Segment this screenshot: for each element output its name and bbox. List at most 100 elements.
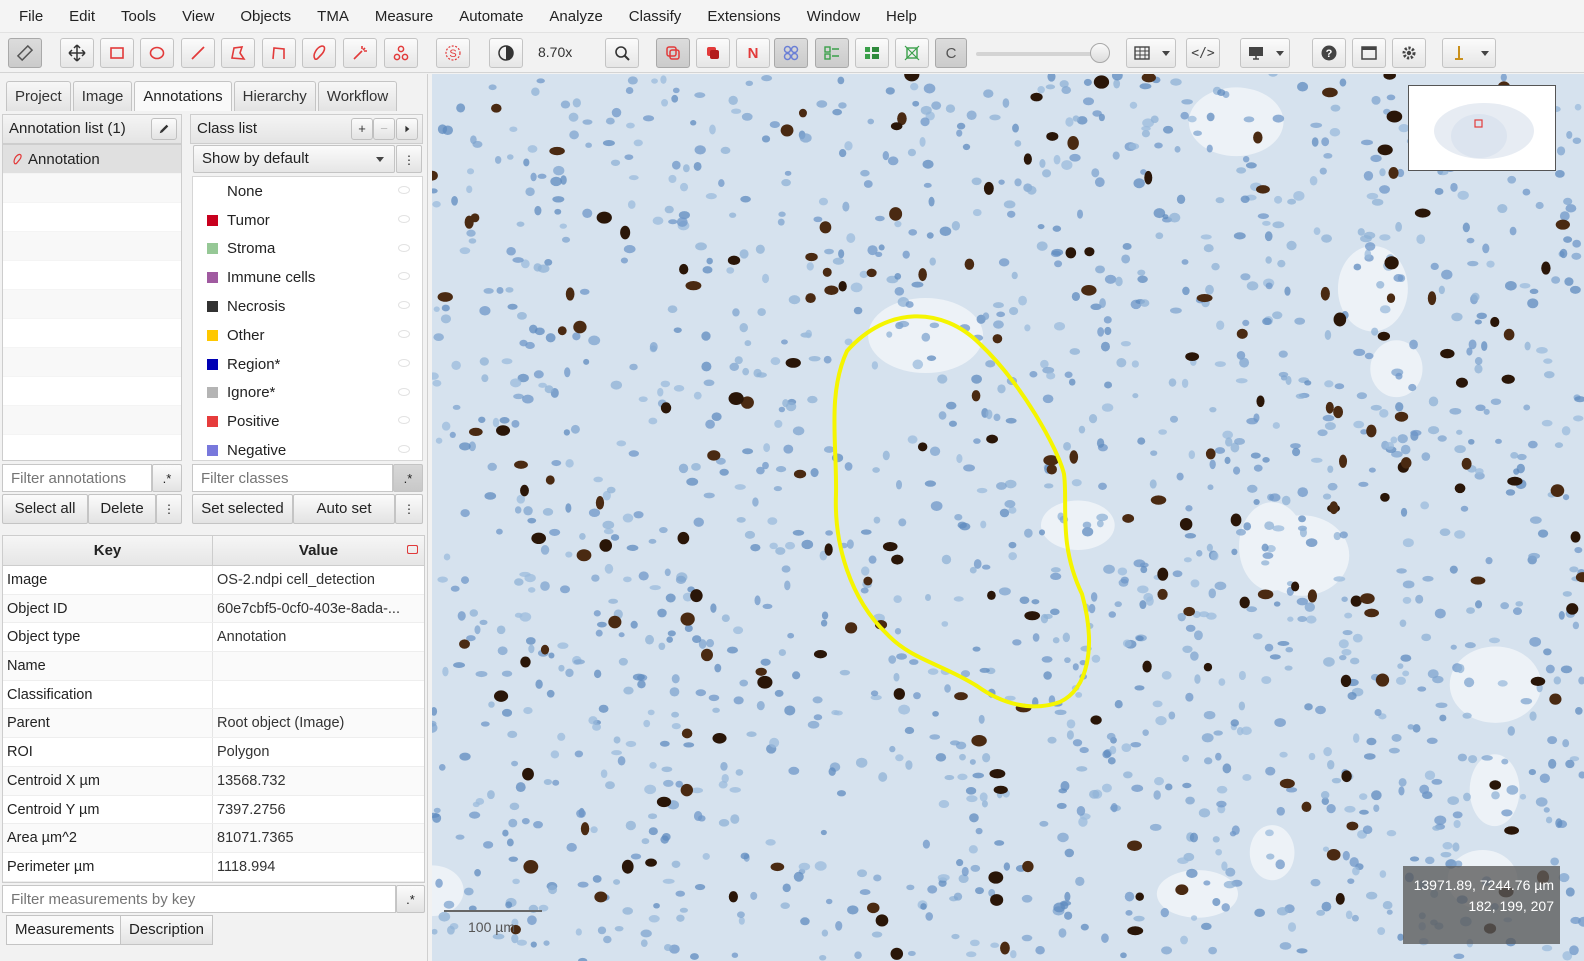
remove-class-button[interactable]: − bbox=[373, 118, 395, 140]
eye-icon[interactable] bbox=[398, 387, 410, 396]
class-item[interactable]: Ignore* bbox=[193, 379, 422, 408]
preferences-button[interactable] bbox=[1392, 38, 1426, 68]
auto-set-button[interactable]: Auto set bbox=[293, 494, 395, 524]
eye-icon[interactable] bbox=[398, 445, 410, 454]
opacity-slider-thumb[interactable] bbox=[1090, 43, 1110, 63]
menu-objects[interactable]: Objects bbox=[227, 0, 304, 33]
table-row[interactable]: Classification bbox=[3, 680, 424, 710]
polyline-tool-button[interactable] bbox=[262, 38, 296, 68]
filter-annotations-input[interactable] bbox=[2, 464, 152, 492]
script-editor-button[interactable]: </> bbox=[1186, 38, 1220, 68]
show-names-button[interactable]: N bbox=[736, 38, 770, 68]
table-row[interactable]: Centroid X µm 13568.732 bbox=[3, 766, 424, 796]
measure-tool-button[interactable] bbox=[8, 38, 42, 68]
value-column-header[interactable]: Value bbox=[213, 536, 424, 565]
set-selected-button[interactable]: Set selected bbox=[192, 494, 293, 524]
eye-icon[interactable] bbox=[398, 214, 410, 223]
eye-icon[interactable] bbox=[398, 186, 410, 194]
menu-extensions[interactable]: Extensions bbox=[694, 0, 793, 33]
viewer-grid-button[interactable] bbox=[1240, 38, 1290, 68]
table-row[interactable]: Object type Annotation bbox=[3, 545, 424, 653]
annotation-type-icon[interactable] bbox=[407, 545, 418, 554]
class-item[interactable]: Region* bbox=[193, 350, 422, 379]
menu-tools[interactable]: Tools bbox=[108, 0, 169, 33]
class-item[interactable]: Other bbox=[193, 321, 422, 350]
menu-automate[interactable]: Automate bbox=[446, 0, 536, 33]
line-tool-button[interactable] bbox=[181, 38, 215, 68]
table-row[interactable]: Name bbox=[3, 652, 424, 681]
menu-edit[interactable]: Edit bbox=[56, 0, 108, 33]
class-regex-toggle[interactable]: .* bbox=[393, 464, 423, 492]
class-options-button[interactable]: ⋮ bbox=[395, 494, 423, 524]
overview-thumbnail[interactable] bbox=[1408, 85, 1556, 171]
class-item[interactable]: None bbox=[193, 177, 422, 206]
tab-workflow[interactable]: Workflow bbox=[317, 81, 398, 111]
opacity-slider-track[interactable] bbox=[976, 52, 1108, 56]
move-tool-button[interactable] bbox=[60, 38, 94, 68]
table-row[interactable]: Area µm^2 81071.7365 bbox=[3, 824, 424, 853]
points-tool-button[interactable] bbox=[384, 38, 418, 68]
table-row[interactable]: Centroid Y µm 7397.2756 bbox=[3, 795, 424, 825]
menu-window[interactable]: Window bbox=[794, 0, 873, 33]
ellipse-tool-button[interactable] bbox=[140, 38, 174, 68]
image-viewer[interactable]: 100 µm 13971.89, 7244.76 µm 182, 199, 20… bbox=[432, 74, 1584, 961]
filter-measurements-input[interactable] bbox=[2, 885, 396, 913]
show-detections-button[interactable] bbox=[815, 38, 849, 68]
table-row[interactable]: Image OS-2.ndpi cell_detection bbox=[3, 566, 424, 595]
key-column-header[interactable]: Key bbox=[3, 536, 213, 565]
menu-measure[interactable]: Measure bbox=[362, 0, 446, 33]
tab-annotations[interactable]: Annotations bbox=[134, 81, 232, 111]
help-button[interactable]: ? bbox=[1312, 38, 1346, 68]
fill-detections-button[interactable] bbox=[855, 38, 889, 68]
menu-help[interactable]: Help bbox=[873, 0, 930, 33]
show-tma-grid-button[interactable] bbox=[774, 38, 808, 68]
tab-measurements[interactable]: Measurements bbox=[6, 915, 124, 945]
eye-icon[interactable] bbox=[398, 416, 410, 425]
table-row[interactable]: Perimeter µm 1118.994 bbox=[3, 852, 424, 882]
eye-icon[interactable] bbox=[398, 272, 410, 281]
annotation-regex-toggle[interactable]: .* bbox=[152, 464, 182, 492]
extensions-button[interactable] bbox=[1442, 38, 1496, 68]
menu-view[interactable]: View bbox=[169, 0, 227, 33]
pixel-classification-button[interactable]: C bbox=[935, 38, 967, 68]
rectangle-tool-button[interactable] bbox=[100, 38, 134, 68]
tab-description[interactable]: Description bbox=[120, 915, 214, 945]
measurement-regex-toggle[interactable]: .* bbox=[396, 885, 425, 913]
class-item[interactable]: Tumor bbox=[193, 206, 422, 235]
brightness-contrast-button[interactable] bbox=[489, 38, 523, 68]
eye-icon[interactable] bbox=[398, 301, 410, 310]
menu-tma[interactable]: TMA bbox=[304, 0, 362, 33]
tab-project[interactable]: Project bbox=[6, 81, 71, 111]
filter-classes-input[interactable] bbox=[192, 464, 393, 492]
table-row[interactable]: Parent Root object (Image) bbox=[3, 709, 424, 739]
show-annotations-button[interactable] bbox=[656, 38, 690, 68]
menu-analyze[interactable]: Analyze bbox=[536, 0, 615, 33]
eye-icon[interactable] bbox=[398, 358, 410, 367]
class-item[interactable]: Necrosis bbox=[193, 292, 422, 321]
tab-image[interactable]: Image bbox=[72, 81, 133, 111]
annotation-more-button[interactable]: ⋮ bbox=[156, 494, 182, 524]
select-all-button[interactable]: Select all bbox=[2, 494, 88, 524]
menu-file[interactable]: File bbox=[6, 0, 56, 33]
table-row[interactable]: ROI Polygon bbox=[3, 738, 424, 767]
selection-mode-button[interactable]: S bbox=[436, 38, 470, 68]
polygon-tool-button[interactable] bbox=[221, 38, 255, 68]
class-item[interactable]: Stroma bbox=[193, 235, 422, 264]
log-viewer-button[interactable] bbox=[1352, 38, 1386, 68]
class-more-button[interactable]: ⋮ bbox=[396, 145, 422, 173]
class-item[interactable]: Positive bbox=[193, 407, 422, 436]
list-item[interactable]: Annotation bbox=[3, 145, 181, 174]
show-by-default-select[interactable]: Show by default bbox=[193, 145, 395, 173]
menu-classify[interactable]: Classify bbox=[616, 0, 695, 33]
add-class-button[interactable]: + bbox=[351, 118, 373, 140]
class-item[interactable]: Immune cells bbox=[193, 263, 422, 292]
class-menu-button[interactable] bbox=[396, 118, 418, 140]
table-row[interactable]: Object ID 60e7cbf5-0cf0-403e-8ada-... bbox=[3, 545, 424, 624]
brush-tool-button[interactable] bbox=[302, 38, 336, 68]
tab-hierarchy[interactable]: Hierarchy bbox=[233, 81, 316, 111]
eye-icon[interactable] bbox=[398, 329, 410, 338]
wand-tool-button[interactable] bbox=[343, 38, 377, 68]
delete-button[interactable]: Delete bbox=[88, 494, 156, 524]
class-item[interactable]: Negative bbox=[193, 436, 422, 465]
eye-icon[interactable] bbox=[398, 243, 410, 252]
